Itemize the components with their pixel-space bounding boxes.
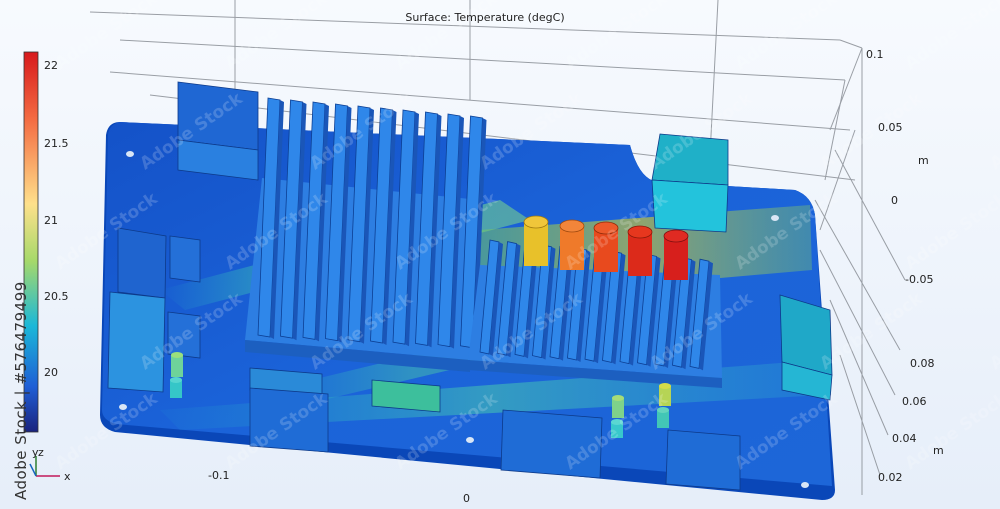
colorbar-tick: 21 xyxy=(44,214,58,227)
x-tick: -0.1 xyxy=(208,469,229,482)
side-watermark: Adobe Stock | #576479499 xyxy=(12,281,30,500)
component-block xyxy=(665,429,741,491)
z-tick: 0.1 xyxy=(866,48,884,61)
y-tick: 0.02 xyxy=(878,471,903,484)
triad-x-label: x xyxy=(64,470,71,483)
z-tick: 0.05 xyxy=(878,121,903,134)
mount-hole xyxy=(126,151,134,157)
colorbar-tick: 20 xyxy=(44,366,58,379)
mount-hole xyxy=(466,437,474,443)
hot-cylinder xyxy=(663,229,689,280)
z-tick: -0.05 xyxy=(905,273,933,286)
plot-title: Surface: Temperature (degC) xyxy=(405,11,564,24)
triad-z-label: z xyxy=(38,446,44,459)
hot-cylinder xyxy=(523,215,549,266)
component-block xyxy=(117,227,167,299)
colorbar-tick: 21.5 xyxy=(44,137,69,150)
component-block xyxy=(107,291,166,393)
y-tick: 0.06 xyxy=(902,395,927,408)
mount-hole xyxy=(801,482,809,488)
y-tick: 0.04 xyxy=(892,432,917,445)
mount-hole xyxy=(771,215,779,221)
hot-cylinder xyxy=(627,225,653,276)
x-tick: 0 xyxy=(463,492,470,505)
component-block xyxy=(169,235,201,283)
y-tick: 0.08 xyxy=(910,357,935,370)
component-block xyxy=(371,379,441,413)
colorbar-tick: 20.5 xyxy=(44,290,69,303)
z-unit: m xyxy=(918,154,929,167)
z-tick: 0 xyxy=(891,194,898,207)
colorbar-tick: 22 xyxy=(44,59,58,72)
y-unit: m xyxy=(933,444,944,457)
simulation-plot: Adobe Stock Adobe Stock Adobe Stock Adobe S… xyxy=(0,0,1000,509)
